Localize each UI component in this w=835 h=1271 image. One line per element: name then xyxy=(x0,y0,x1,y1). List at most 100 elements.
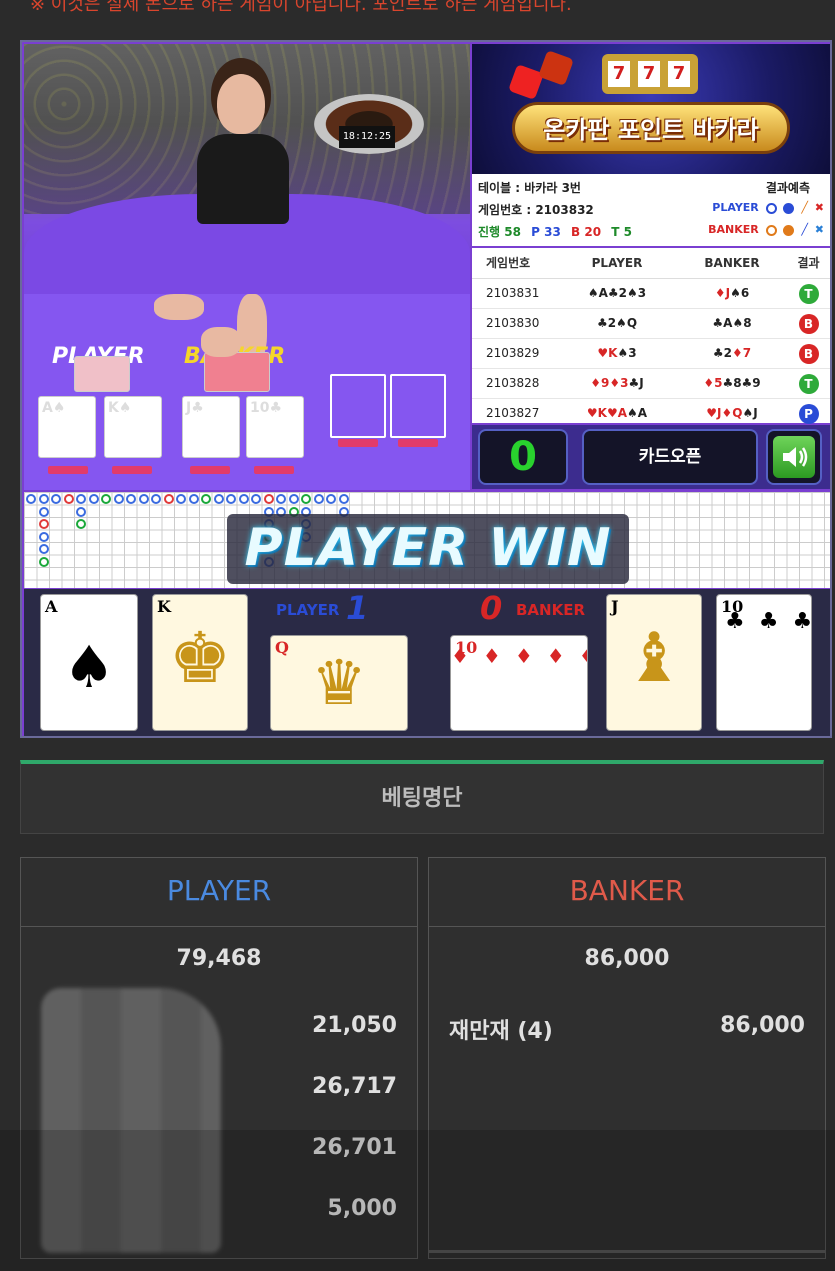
history-row: 2103829 ♥K♠3 ♣2♦7 B xyxy=(472,339,830,369)
road-marker xyxy=(263,494,274,504)
countdown: 0 xyxy=(478,429,568,485)
history-row: 2103830 ♣2♠Q ♣A♠8 B xyxy=(472,309,830,339)
history-game-no: 2103829 xyxy=(486,346,540,360)
history-player-cards: ♦9♦3♣J xyxy=(590,376,644,390)
history-game-no: 2103831 xyxy=(486,286,540,300)
history-result: P xyxy=(787,399,830,428)
road-marker xyxy=(176,494,186,504)
slot-machine-icon: 777 xyxy=(602,54,698,94)
road-marker xyxy=(151,494,161,504)
road-marker xyxy=(113,494,124,504)
player-total: 79,468 xyxy=(176,946,262,971)
road-marker xyxy=(338,494,349,504)
road-marker xyxy=(201,494,211,504)
card-open-button[interactable]: 카드오픈 xyxy=(582,429,758,485)
road-marker xyxy=(276,494,286,504)
result-area: A ♠ K ♚ Q ♛ PLAYER 1 0 BANKER 10 ♦♦♦♦♦♦♦… xyxy=(24,589,830,736)
cross-icon: ✖ xyxy=(814,201,824,214)
history-player-cards: ♣2♠Q xyxy=(596,316,638,330)
road-marker xyxy=(238,494,249,504)
banker-card-1: 10 ♦♦♦♦♦♦♦♦♦♦ xyxy=(450,635,588,731)
banker-card-3: 10 ♣♣♣♣♣♣♣♣♣♣ xyxy=(716,594,812,731)
game-frame: 18:12:25 PLAYER BANKER A♠ K♠ J♣ 10♣ 777 … xyxy=(20,40,832,738)
history-table: 게임번호 PLAYER BANKER 결과 2103831 ♠A♣2♠3 ♦J♠6 T… xyxy=(472,248,830,429)
video-card-back xyxy=(204,352,270,392)
player-prediction[interactable]: PLAYER ╱ ✖ xyxy=(712,201,824,214)
history-game-no: 2103827 xyxy=(486,406,540,420)
road-marker xyxy=(76,519,86,529)
game-number: 게임번호 : 2103832 xyxy=(478,203,594,217)
history-banker-cards: ♦5♣8♣9 xyxy=(703,376,761,390)
circle-filled-icon xyxy=(783,202,795,214)
road-marker xyxy=(138,494,149,504)
road-marker xyxy=(188,494,199,504)
history-result: B xyxy=(787,309,830,338)
road-marker xyxy=(38,544,49,554)
jack-face-icon: ♝ xyxy=(623,619,685,698)
road-marker xyxy=(76,506,86,517)
diamond-icon: ♦♦♦♦♦♦♦♦♦♦ xyxy=(451,644,587,668)
road-marker xyxy=(76,494,86,504)
history-row: 2103828 ♦9♦3♣J ♦5♣8♣9 T xyxy=(472,369,830,399)
spade-icon: ♠ xyxy=(63,633,115,701)
video-card: A♠ xyxy=(38,396,96,458)
history-result: T xyxy=(787,369,830,398)
progress-stats: 진행 58 P 33 B 20 T 5 xyxy=(478,225,632,239)
bet-amount: 86,000 xyxy=(720,1013,805,1038)
road-marker xyxy=(301,494,311,504)
road-marker xyxy=(26,494,36,504)
speaker-icon xyxy=(783,447,808,467)
bet-amount: 26,717 xyxy=(312,1074,397,1099)
road-marker xyxy=(213,494,224,504)
road-marker xyxy=(163,494,174,504)
road-marker xyxy=(326,494,336,504)
win-banner: PLAYER WIN xyxy=(244,518,612,578)
road-marker xyxy=(63,494,74,504)
road-marker xyxy=(38,506,49,517)
history-banker-cards: ♥J♦Q♠J xyxy=(706,406,758,420)
road-marker xyxy=(38,531,49,542)
game-logo: 777 온카판 포인트 바카라 xyxy=(472,44,830,174)
history-player-cards: ♥K♥A♠A xyxy=(586,406,648,420)
road-marker xyxy=(38,519,49,529)
logo-title: 온카판 포인트 바카라 xyxy=(543,116,759,144)
circle-outline-icon xyxy=(765,202,777,214)
banker-bets: BANKER 86,000 재만재 (4) 86,000 xyxy=(428,857,826,1259)
blurred-names xyxy=(41,988,221,1253)
road-marker xyxy=(88,494,99,504)
table-name: 테이블 : 바카라 3번 xyxy=(478,181,581,195)
history-banker-cards: ♣A♠8 xyxy=(712,316,752,330)
club-icon: ♣♣♣♣♣♣♣♣♣♣ xyxy=(725,609,811,634)
bet-amount: 21,050 xyxy=(312,1013,397,1038)
history-result: B xyxy=(787,339,830,368)
history-header: 게임번호 PLAYER BANKER 결과 xyxy=(472,248,830,279)
king-face-icon: ♚ xyxy=(168,617,232,699)
history-player-cards: ♠A♣2♠3 xyxy=(587,286,647,300)
card-slot xyxy=(330,374,386,438)
player-bets-title: PLAYER xyxy=(21,858,417,927)
video-card: J♣ xyxy=(182,396,240,458)
game-info: 테이블 : 바카라 3번 게임번호 : 2103832 진행 58 P 33 B… xyxy=(472,174,830,246)
cross-icon: ✖ xyxy=(814,223,824,236)
history-game-no: 2103830 xyxy=(486,316,540,330)
history-player-cards: ♥K♠3 xyxy=(597,346,637,360)
history-game-no: 2103828 xyxy=(486,376,540,390)
sound-button[interactable] xyxy=(766,429,822,485)
player-score: 1 xyxy=(346,589,369,627)
banker-prediction[interactable]: BANKER ╱ ✖ xyxy=(708,223,824,236)
video-clock: 18:12:25 xyxy=(339,126,395,148)
circle-filled-icon xyxy=(783,224,795,236)
betting-title: 베팅명단 xyxy=(20,760,824,834)
history-result: T xyxy=(787,279,830,308)
banker-score: 0 xyxy=(480,589,503,627)
player-card-2: K ♚ xyxy=(152,594,248,731)
player-bets: PLAYER 79,468 21,050 26,717 26,701 5,000 xyxy=(20,857,418,1259)
banker-card-2: J ♝ xyxy=(606,594,702,731)
player-card-3: Q ♛ xyxy=(270,635,408,731)
video-card: 10♣ xyxy=(246,396,304,458)
bettor-name: 재만재 (4) xyxy=(449,1019,553,1044)
road-marker xyxy=(38,494,49,504)
road-marker xyxy=(51,494,61,504)
road-marker xyxy=(38,556,49,567)
queen-face-icon: ♛ xyxy=(311,646,367,719)
